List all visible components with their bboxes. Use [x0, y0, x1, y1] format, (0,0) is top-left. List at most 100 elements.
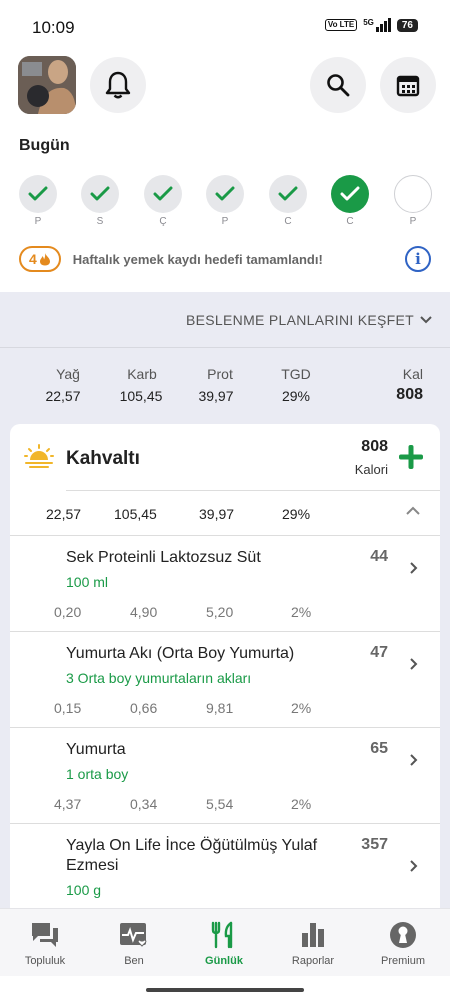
meal-macros: 22,57 105,45 39,97 29%: [10, 490, 440, 536]
chevron-up-icon[interactable]: [406, 506, 420, 515]
meal-kal: 808: [361, 438, 388, 455]
status-time: 10:09: [32, 18, 75, 37]
volte-icon: Vo LTE: [324, 19, 358, 31]
streak-message: Haftalık yemek kaydı hedefi tamamlandı!: [72, 251, 323, 267]
calendar-button[interactable]: [380, 57, 436, 113]
signal-icon: [375, 18, 391, 32]
avatar[interactable]: [18, 56, 76, 114]
day-label: C: [346, 216, 354, 227]
food-item[interactable]: Sek Proteinli Laktozsuz Süt 100 ml 44 0,…: [10, 536, 440, 632]
fat-label: Yağ: [56, 366, 80, 382]
nav-label: Raporlar: [291, 955, 335, 967]
food-carb: 0,66: [130, 700, 158, 716]
profile-photo: [18, 56, 76, 114]
chevron-right-icon: [410, 754, 418, 766]
calendar-icon: [396, 75, 420, 97]
nav-ben[interactable]: Ben: [89, 921, 179, 967]
day-1[interactable]: P: [19, 175, 57, 227]
food-tgd: 2%: [291, 604, 312, 620]
food-portion: 100 ml: [66, 574, 109, 590]
nav-label: Günlük: [205, 955, 243, 967]
meal-header[interactable]: Kahvaltı 808 Kalori: [10, 424, 440, 490]
food-kal: 47: [370, 644, 388, 661]
week-days: P S Ç P C C P: [19, 175, 439, 227]
daily-summary: Yağ Karb Prot TGD Kal 22,57 105,45 39,97…: [0, 362, 450, 412]
sunrise-icon: [24, 444, 54, 468]
nav-label: Premium: [380, 955, 425, 967]
food-prot: 9,81: [206, 700, 234, 716]
search-button[interactable]: [310, 57, 366, 113]
day-7[interactable]: P: [394, 175, 432, 227]
fork-knife-icon: [211, 921, 233, 949]
food-fat: 0,20: [54, 604, 82, 620]
info-icon: i: [415, 250, 421, 268]
nav-gunluk[interactable]: Günlük: [179, 921, 269, 967]
battery-icon: 76: [396, 18, 418, 32]
food-item[interactable]: Yumurta 1 orta boy 65 4,37 0,34 5,54 2%: [10, 728, 440, 824]
add-food-button[interactable]: [398, 444, 424, 470]
nav-topluluk[interactable]: Topluluk: [0, 921, 90, 967]
heart-pulse-icon: [120, 923, 147, 947]
chevron-right-icon: [410, 658, 418, 670]
day-label: P: [221, 216, 229, 227]
check-icon: [90, 186, 110, 201]
food-item[interactable]: Yayla On Life İnce Öğütülmüş Yulaf Ezmes…: [10, 824, 440, 920]
bottom-nav: Topluluk Ben Günlük Raporlar Premium: [0, 908, 450, 976]
explore-plans-button[interactable]: BESLENME PLANLARINI KEŞFET: [0, 292, 450, 348]
check-icon: [215, 186, 235, 201]
network-label: 5G: [363, 18, 374, 27]
bar-chart-icon: [302, 923, 324, 947]
nav-premium[interactable]: Premium: [358, 921, 448, 967]
meal-carb: 105,45: [114, 506, 157, 522]
day-4[interactable]: P: [206, 175, 244, 227]
status-icons: Vo LTE 5G 76: [324, 18, 418, 32]
food-kal: 357: [361, 836, 388, 853]
info-button[interactable]: i: [405, 246, 431, 272]
food-prot: 5,54: [206, 796, 234, 812]
day-label: Ç: [159, 216, 167, 227]
day-label: C: [284, 216, 292, 227]
chevron-down-icon: [420, 315, 432, 323]
meal-fat: 22,57: [46, 506, 82, 522]
diary-panel: BESLENME PLANLARINI KEŞFET Yağ Karb Prot…: [0, 292, 450, 924]
food-kal: 65: [370, 740, 388, 757]
kal-value: 808: [396, 386, 423, 403]
food-name: Sek Proteinli Laktozsuz Süt: [66, 549, 261, 566]
gesture-bar: [146, 988, 304, 992]
bell-icon: [105, 71, 131, 99]
meal-tgd: 29%: [282, 506, 311, 522]
day-6[interactable]: C: [331, 175, 369, 227]
streak-row: 4 Haftalık yemek kaydı hedefi tamamlandı…: [19, 245, 431, 273]
carb-value: 105,45: [119, 388, 163, 404]
notifications-button[interactable]: [90, 57, 146, 113]
food-name: Yumurta Akı (Orta Boy Yumurta): [66, 645, 295, 662]
explore-label: BESLENME PLANLARINI KEŞFET: [186, 311, 414, 328]
check-icon: [278, 186, 298, 201]
meal-kal-label: Kalori: [354, 462, 388, 477]
meal-prot: 39,97: [199, 506, 235, 522]
day-label: P: [34, 216, 42, 227]
food-portion: 100 g: [66, 882, 102, 898]
meal-card: Kahvaltı 808 Kalori 22,57 105,45 39,97 2…: [10, 424, 440, 924]
food-carb: 0,34: [130, 796, 158, 812]
day-label: S: [96, 216, 104, 227]
day-5[interactable]: C: [269, 175, 307, 227]
day-3[interactable]: Ç: [144, 175, 182, 227]
check-icon: [28, 186, 48, 201]
prot-value: 39,97: [198, 388, 234, 404]
food-item[interactable]: Yumurta Akı (Orta Boy Yumurta) 3 Orta bo…: [10, 632, 440, 728]
flame-icon: [39, 253, 50, 266]
premium-icon: [390, 922, 416, 948]
chat-icon: [32, 923, 58, 947]
food-portion: 3 Orta boy yumurtaların akları: [66, 670, 252, 686]
streak-count: 4: [29, 251, 37, 267]
day-label: P: [409, 216, 417, 227]
day-2[interactable]: S: [81, 175, 119, 227]
food-portion: 1 orta boy: [66, 766, 129, 782]
nav-raporlar[interactable]: Raporlar: [268, 921, 358, 967]
food-name: Yayla On Life İnce Öğütülmüş Yulaf Ezmes…: [66, 837, 318, 874]
food-fat: 0,15: [54, 700, 82, 716]
food-tgd: 2%: [291, 700, 312, 716]
carb-label: Karb: [127, 366, 157, 382]
food-prot: 5,20: [206, 604, 234, 620]
